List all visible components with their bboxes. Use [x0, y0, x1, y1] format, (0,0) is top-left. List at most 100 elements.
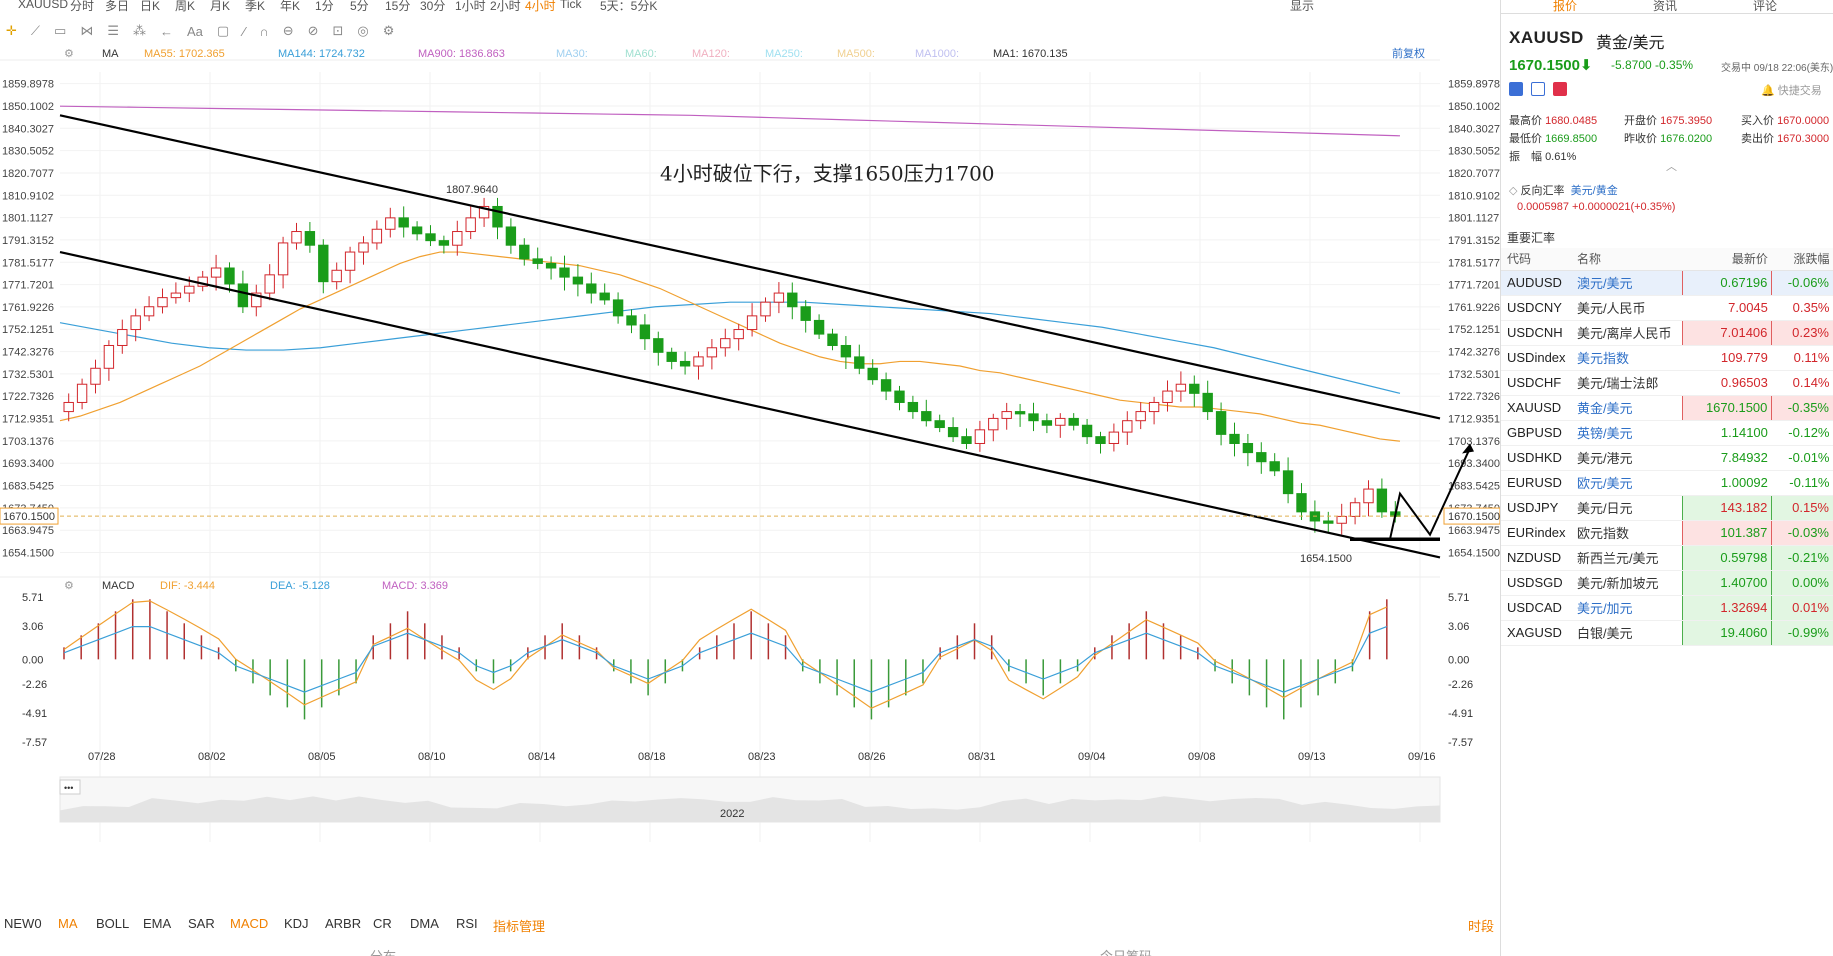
lines-icon[interactable]: ☰ — [107, 23, 119, 39]
rate-code: XAUUSD — [1501, 395, 1571, 421]
rate-row[interactable]: USDindex 美元指数 109.779 0.11% — [1501, 345, 1833, 371]
rectangle-icon[interactable]: ▭ — [54, 23, 66, 39]
candle-body — [304, 231, 316, 246]
period-12[interactable]: 2小时 — [490, 0, 521, 14]
settings-icon: ⚙ — [64, 48, 74, 60]
indicator-tab-6[interactable]: KDJ — [284, 916, 309, 931]
period-7[interactable]: 1分 — [315, 0, 334, 14]
period-13[interactable]: 4小时 — [525, 0, 556, 14]
quote-tab-2[interactable]: 评论 — [1753, 0, 1777, 14]
symbol-selector[interactable]: XAUUSD — [18, 0, 68, 11]
magnet-icon[interactable]: ∩ — [259, 24, 268, 39]
period-6[interactable]: 年K — [280, 0, 300, 14]
indicator-tab-0[interactable]: NEW0 — [4, 916, 42, 931]
period-3[interactable]: 周K — [175, 0, 195, 14]
rate-row[interactable]: XAGUSD 白银/美元 19.4060 -0.99% — [1501, 619, 1833, 646]
ma-label: MA — [102, 48, 119, 60]
rate-row[interactable]: XAUUSD 黄金/美元 1670.1500 -0.35% — [1501, 394, 1833, 421]
candle-body — [1041, 420, 1053, 426]
column-header-2[interactable]: 最新价 — [1682, 248, 1772, 271]
price-tick-right: 1820.7077 — [1448, 168, 1500, 180]
chart-area[interactable]: ⚙ MA MA55: 1702.365 MA144: 1724.732 MA900: 1… — [0, 42, 1500, 942]
crosshair-icon[interactable]: ✛ — [6, 23, 17, 39]
rate-row[interactable]: USDCNY 美元/人民币 7.0045 0.35% — [1501, 295, 1833, 321]
rate-change: -0.99% — [1771, 619, 1833, 646]
candle-body — [1269, 461, 1280, 472]
indicator-tab-10[interactable]: RSI — [456, 916, 478, 931]
column-header-0[interactable]: 代码 — [1501, 248, 1571, 271]
quick-trade-button[interactable]: 🔔 快捷交易 — [1761, 82, 1822, 98]
rate-row[interactable]: USDCAD 美元/加元 1.32694 0.01% — [1501, 594, 1833, 621]
rate-row[interactable]: GBPUSD 英镑/美元 1.14100 -0.12% — [1501, 420, 1833, 446]
candle-body — [693, 356, 704, 367]
column-header-1[interactable]: 名称 — [1570, 248, 1683, 271]
lock-icon[interactable]: ⊖ — [283, 23, 294, 39]
period-9[interactable]: 15分 — [385, 0, 410, 14]
range-selector[interactable]: 5天：5分K — [600, 0, 657, 14]
list-icon[interactable] — [1531, 82, 1545, 96]
period-toolbar: XAUUSD 分时 多日 日K 周K 月K 季K 年K 1分 5分 15分 30分 1小时 2小时 4小时 T… — [0, 0, 1500, 14]
session-button[interactable]: 时段 — [1468, 916, 1494, 935]
heart-icon[interactable] — [1553, 82, 1567, 96]
period-10[interactable]: 30分 — [420, 0, 445, 14]
fibonacci-icon[interactable]: ⁂ — [133, 23, 146, 39]
candle-body — [1014, 411, 1026, 415]
period-14[interactable]: Tick — [560, 0, 582, 11]
comment-icon[interactable]: ▢ — [217, 23, 229, 39]
indicator-tab-11[interactable]: 指标管理 — [493, 916, 545, 935]
indicator-tab-4[interactable]: SAR — [188, 916, 215, 931]
arrow-icon[interactable]: ← — [160, 24, 173, 39]
period-0[interactable]: 分时 — [70, 0, 94, 14]
rate-name[interactable]: 美元指数 — [1570, 345, 1683, 371]
indicator-tab-5[interactable]: MACD — [230, 916, 268, 931]
rate-code: AUDUSD — [1501, 270, 1571, 296]
rate-row[interactable]: EURUSD 欧元/美元 1.00092 -0.11% — [1501, 470, 1833, 496]
indicator-tab-2[interactable]: BOLL — [96, 916, 129, 931]
rate-row[interactable]: EURindex 欧元指数 101.387 -0.03% — [1501, 519, 1833, 546]
quote-tab-1[interactable]: 资讯 — [1653, 0, 1677, 14]
settings-icon[interactable]: ⚙ — [383, 23, 395, 39]
rate-name[interactable]: 澳元/美元 — [1570, 270, 1683, 296]
collapse-icon[interactable]: ︿ — [1666, 158, 1677, 174]
rate-row[interactable]: USDCNH 美元/离岸人民币 7.01406 0.23% — [1501, 319, 1833, 346]
reverse-pair-link[interactable]: 美元/黄金 — [1571, 185, 1618, 197]
hide-icon[interactable]: ⊘ — [308, 23, 319, 39]
candle-body — [398, 217, 409, 228]
period-4[interactable]: 月K — [210, 0, 230, 14]
trend-line-icon[interactable]: ⟋ — [31, 23, 40, 39]
rate-row[interactable]: USDCHF 美元/瑞士法郎 0.96503 0.14% — [1501, 370, 1833, 396]
display-menu[interactable]: 显示 — [1290, 0, 1314, 14]
period-2[interactable]: 日K — [140, 0, 160, 14]
period-8[interactable]: 5分 — [350, 0, 369, 14]
rate-name[interactable]: 美元/加元 — [1570, 595, 1683, 621]
column-header-3[interactable]: 涨跌幅 — [1771, 248, 1833, 271]
quote-tab-0[interactable]: 报价 — [1553, 0, 1577, 14]
rate-name[interactable]: 英镑/美元 — [1570, 420, 1683, 446]
pen-icon[interactable]: ∕ — [243, 24, 245, 39]
rate-row[interactable]: USDJPY 美元/日元 143.182 0.15% — [1501, 494, 1833, 521]
rate-row[interactable]: USDSGD 美元/新加坡元 1.40700 0.00% — [1501, 569, 1833, 596]
rate-row[interactable]: AUDUSD 澳元/美元 0.67196 -0.06% — [1501, 269, 1833, 296]
period-1[interactable]: 多日 — [105, 0, 129, 14]
rate-row[interactable]: USDHKD 美元/港元 7.84932 -0.01% — [1501, 445, 1833, 471]
ma-item-7: MA500: — [837, 48, 875, 60]
trash-icon[interactable]: ⊡ — [333, 23, 344, 39]
period-5[interactable]: 季K — [245, 0, 265, 14]
rate-name[interactable]: 黄金/美元 — [1570, 395, 1683, 421]
rate-row[interactable]: NZDUSD 新西兰元/美元 0.59798 -0.21% — [1501, 544, 1833, 571]
indicator-tab-3[interactable]: EMA — [143, 916, 171, 931]
indicator-tab-1[interactable]: MA — [58, 916, 78, 931]
text-icon[interactable]: Aa — [187, 24, 203, 39]
indicator-tab-8[interactable]: CR — [373, 916, 392, 931]
globe-icon[interactable] — [1509, 82, 1523, 96]
indicator-tab-9[interactable]: DMA — [410, 916, 439, 931]
rate-name[interactable]: 欧元/美元 — [1570, 470, 1683, 496]
candlestick-chart[interactable]: ⚙ MA MA55: 1702.365 MA144: 1724.732 MA900: 1… — [0, 42, 1500, 942]
app-window: XAUUSD 分时 多日 日K 周K 月K 季K 年K 1分 5分 15分 30分 1小时 2小时 4小时 T… — [0, 0, 1833, 956]
fork-icon[interactable]: ⋈ — [80, 23, 93, 39]
candle-body — [184, 285, 195, 294]
period-11[interactable]: 1小时 — [455, 0, 486, 14]
eye-icon[interactable]: ◎ — [357, 23, 368, 39]
macd-tick-right: 5.71 — [1448, 592, 1469, 604]
indicator-tab-7[interactable]: ARBR — [325, 916, 361, 931]
